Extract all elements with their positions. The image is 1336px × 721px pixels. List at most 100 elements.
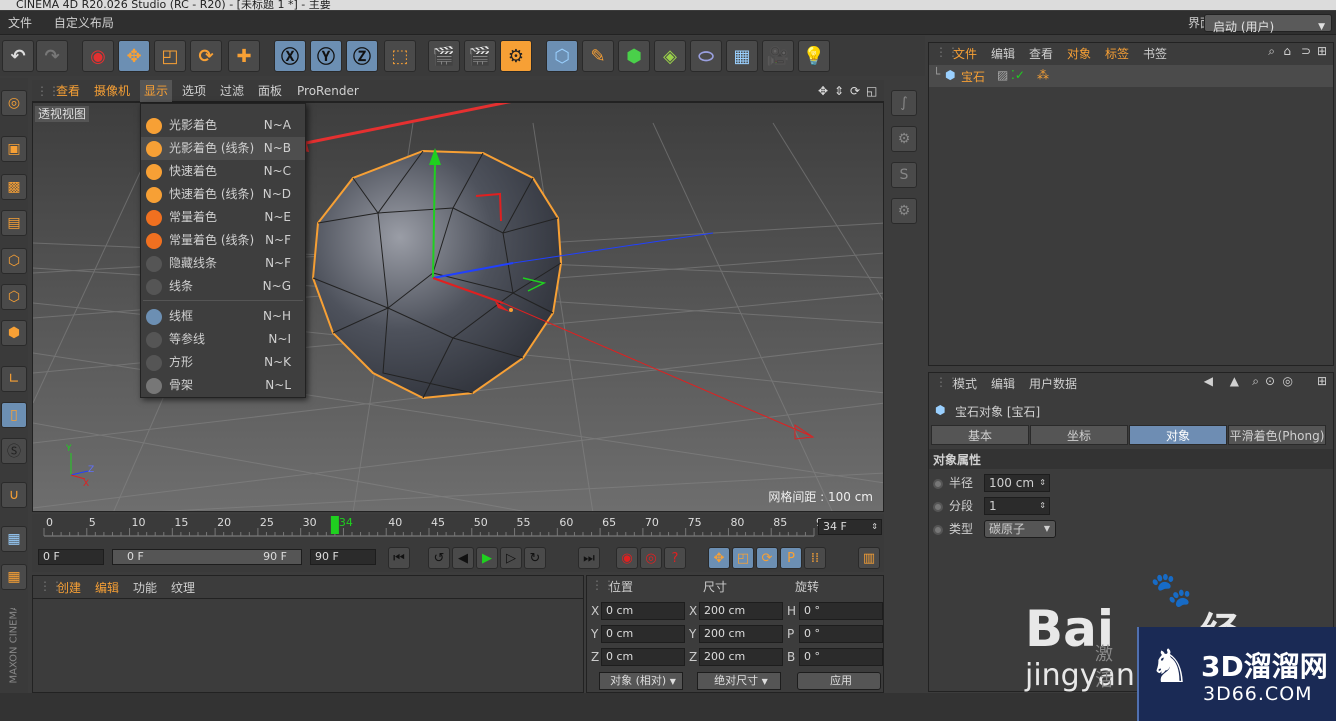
object-menu-object[interactable]: 对象 — [1067, 45, 1091, 62]
display-menu-item[interactable]: 线条 N~G — [141, 275, 305, 298]
display-menu-item[interactable]: 线框 N~H — [141, 305, 305, 328]
viewport-menu-camera[interactable]: 摄像机 — [94, 80, 130, 102]
viewport-nav-rotate-icon[interactable]: ⟳ — [850, 80, 860, 102]
home-icon[interactable]: ⌂ — [1283, 44, 1291, 58]
object-menu-view[interactable]: 查看 — [1029, 45, 1053, 62]
display-menu-item[interactable]: 光影着色 N~A — [141, 114, 305, 137]
cube-object-button[interactable]: ⬡ — [546, 40, 578, 72]
display-menu-item[interactable]: 快速着色 N~C — [141, 160, 305, 183]
object-menu-tags[interactable]: 标签 — [1105, 45, 1129, 62]
key-pla-button[interactable]: ⁞⁞ — [804, 547, 826, 569]
size-mode-select[interactable]: 绝对尺寸 ▼ — [697, 672, 781, 690]
live-select-button[interactable]: ◉ — [82, 40, 114, 72]
y-axis-lock-button[interactable]: Ⓨ — [310, 40, 342, 72]
camera-button[interactable]: 🎥 — [762, 40, 794, 72]
python-button[interactable]: S — [891, 162, 917, 188]
menu-file[interactable]: 文件 — [8, 11, 32, 35]
redo-button[interactable]: ↷ — [36, 40, 68, 72]
size-field[interactable]: 200 cm — [699, 648, 783, 666]
key-parameter-button[interactable]: P — [780, 547, 802, 569]
gear-tool-2-button[interactable]: ⚙ — [891, 198, 917, 224]
object-row[interactable]: └ ⬢ 宝石 ▨ ⁚✓ ⁂ — [929, 65, 1333, 87]
deformer-button[interactable]: ⬭ — [690, 40, 722, 72]
polygons-mode-button[interactable]: ⬢ — [1, 320, 27, 346]
subdivision-surface-button[interactable]: ⬢ — [618, 40, 650, 72]
timeline[interactable]: 051015202530344045505560657075808590 34 … — [32, 514, 884, 544]
tab-basic[interactable]: 基本 — [931, 425, 1029, 445]
lock-workplane-button[interactable]: ▦ — [1, 526, 27, 552]
viewport-menu-filter[interactable]: 过滤 — [220, 80, 244, 102]
xpresso-button[interactable]: ∫ — [891, 90, 917, 116]
viewport-maximize-icon[interactable]: ◱ — [866, 80, 877, 102]
apply-button[interactable]: 应用 — [797, 672, 881, 690]
end-frame-field[interactable]: 90 F — [310, 549, 376, 565]
render-view-button[interactable]: 🎬 — [428, 40, 460, 72]
transform-tool-button[interactable]: ✚ — [228, 40, 260, 72]
layout-select[interactable]: 启动 (用户) ▼ — [1204, 14, 1332, 34]
timeline-window-button[interactable]: ▥ — [858, 547, 880, 569]
x-axis-lock-button[interactable]: Ⓧ — [274, 40, 306, 72]
snap-button[interactable]: Ⓢ — [1, 438, 27, 464]
material-menu-edit[interactable]: 编辑 — [95, 579, 119, 596]
viewport-nav-zoom-icon[interactable]: ⇕ — [834, 80, 844, 102]
z-axis-lock-button[interactable]: Ⓩ — [346, 40, 378, 72]
rotation-field[interactable]: 0 ° — [799, 625, 883, 643]
position-field[interactable]: 0 cm — [601, 648, 685, 666]
coordinate-mode-select[interactable]: 对象 (相对) ▼ — [599, 672, 683, 690]
start-frame-field[interactable]: 0 F — [38, 549, 104, 565]
texture-mode-button[interactable]: ▩ — [1, 174, 27, 200]
radio-icon[interactable] — [933, 478, 943, 489]
object-menu-edit[interactable]: 编辑 — [991, 45, 1015, 62]
tweak-mode-button[interactable]: ▯ — [1, 402, 27, 428]
back-arrow-icon[interactable]: ◀ — [1204, 374, 1213, 388]
search-icon[interactable]: ⌕ — [1252, 374, 1259, 389]
segments-field[interactable]: 1 ⇕ — [984, 497, 1050, 515]
add-panel-icon[interactable]: ⊞ — [1317, 374, 1327, 388]
render-picture-viewer-button[interactable]: 🎬 — [464, 40, 496, 72]
pen-spline-button[interactable]: ✎ — [582, 40, 614, 72]
scale-tool-button[interactable]: ◰ — [154, 40, 186, 72]
next-frame-button[interactable]: ▷ — [500, 547, 522, 569]
make-editable-button[interactable]: ◎ — [1, 90, 27, 116]
display-menu-item[interactable]: 快速着色 (线条) N~D — [141, 183, 305, 206]
size-field[interactable]: 200 cm — [699, 602, 783, 620]
rotation-field[interactable]: 0 ° — [799, 602, 883, 620]
position-field[interactable]: 0 cm — [601, 625, 685, 643]
light-button[interactable]: 💡 — [798, 40, 830, 72]
timeline-ruler[interactable]: 051015202530344045505560657075808590 — [36, 514, 822, 544]
points-mode-button[interactable]: ⬡ — [1, 248, 27, 274]
go-to-end-button[interactable]: ⏭ — [578, 547, 600, 569]
record-button[interactable]: ◉ — [616, 547, 638, 569]
keyframe-help-button[interactable]: ? — [664, 547, 686, 569]
attr-menu-edit[interactable]: 编辑 — [991, 375, 1015, 392]
radius-field[interactable]: 100 cm ⇕ — [984, 474, 1050, 492]
attr-menu-user-data[interactable]: 用户数据 — [1029, 375, 1077, 392]
radio-icon[interactable] — [933, 524, 943, 535]
search-icon[interactable]: ⌕ — [1268, 44, 1275, 59]
model-mode-button[interactable]: ▣ — [1, 136, 27, 162]
planar-workplane-button[interactable]: ▦ — [1, 564, 27, 590]
key-rotation-button[interactable]: ⟳ — [756, 547, 778, 569]
type-select[interactable]: 碳原子 ▼ — [984, 520, 1056, 538]
viewport-menu-panel[interactable]: 面板 — [258, 80, 282, 102]
display-menu-item[interactable]: 光影着色 (线条) N~B — [141, 137, 305, 160]
play-button[interactable]: ▶ — [476, 547, 498, 569]
object-menu-file[interactable]: 文件 — [953, 45, 977, 62]
go-to-start-button[interactable]: ⏮ — [388, 547, 410, 569]
object-name[interactable]: 宝石 — [961, 68, 985, 85]
up-arrow-icon[interactable]: ▲ — [1230, 374, 1239, 388]
render-settings-button[interactable]: ⚙ — [500, 40, 532, 72]
coordinate-system-button[interactable]: ⬚ — [384, 40, 416, 72]
key-position-button[interactable]: ✥ — [708, 547, 730, 569]
link-icon[interactable]: ⊃ — [1301, 44, 1311, 58]
viewport-menu-options[interactable]: 选项 — [182, 80, 206, 102]
workplane-mode-button[interactable]: ▤ — [1, 210, 27, 236]
visibility-check-icon[interactable]: ⁚✓ — [1011, 68, 1025, 82]
cloner-button[interactable]: ◈ — [654, 40, 686, 72]
lock-icon[interactable]: ⊙ — [1265, 374, 1275, 388]
frame-range-slider[interactable]: 0 F 90 F — [112, 549, 302, 565]
magnet-button[interactable]: ∪ — [1, 482, 27, 508]
next-key-button[interactable]: ↻ — [524, 547, 546, 569]
viewport-menu-view[interactable]: 查看 — [56, 80, 80, 102]
attr-menu-mode[interactable]: 模式 — [953, 375, 977, 392]
